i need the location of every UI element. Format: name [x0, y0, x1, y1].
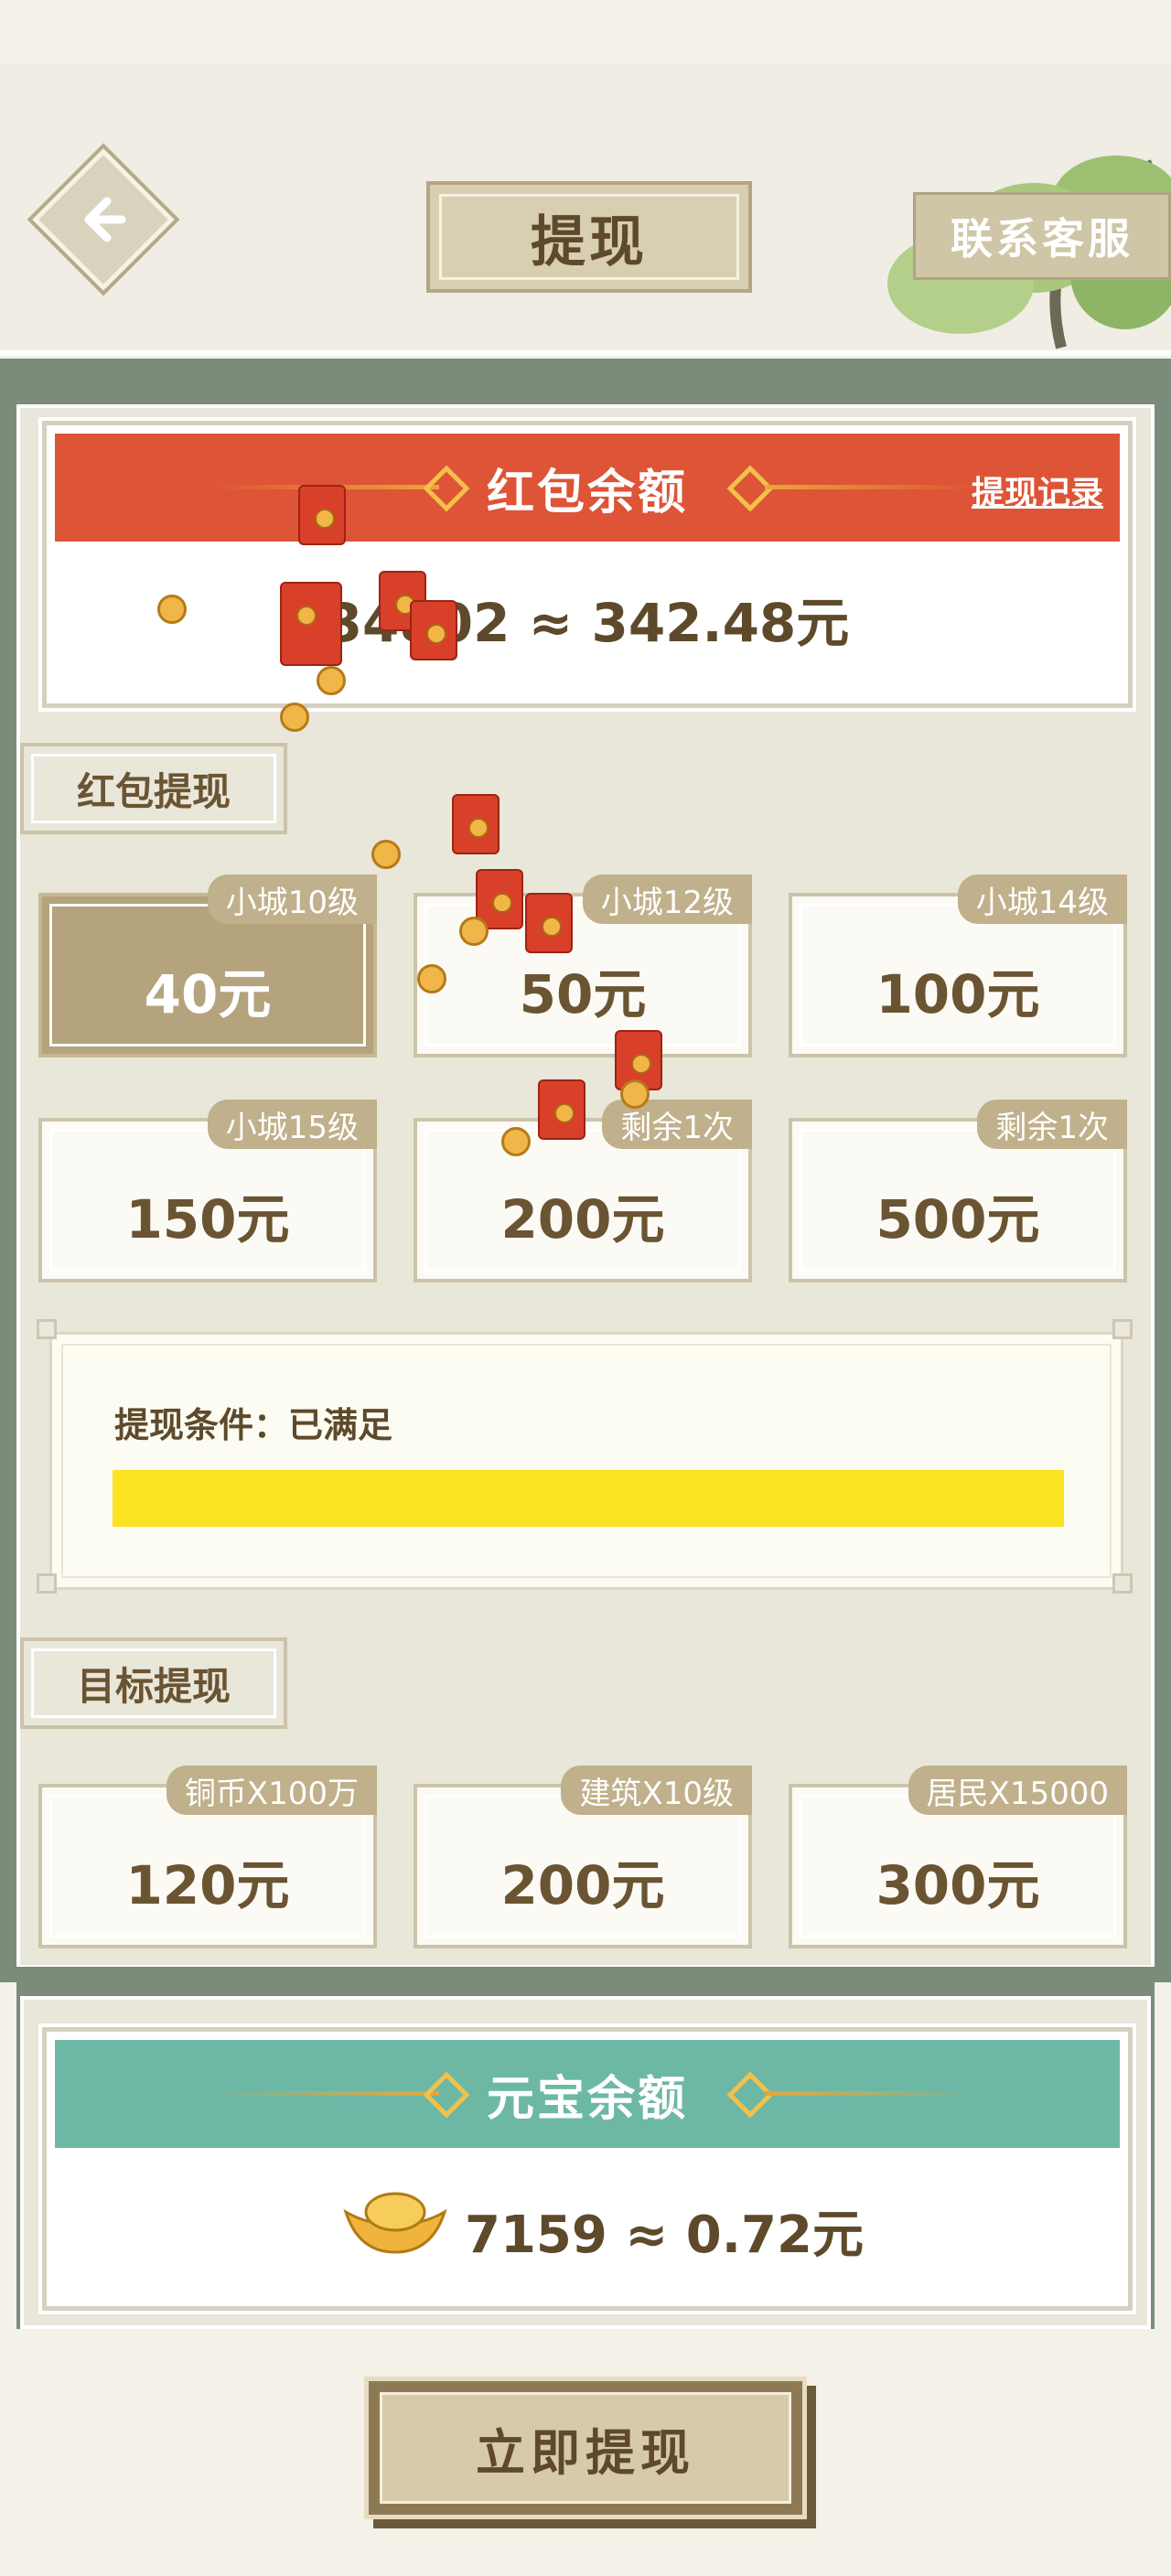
option-badge: 小城14级 [957, 875, 1127, 924]
condition-progress-fill [113, 1470, 1064, 1527]
coin-icon [280, 703, 309, 732]
red-packet-icon [410, 600, 457, 660]
coin-icon [371, 840, 401, 869]
withdraw-option-500[interactable]: 剩余1次 500元 [789, 1100, 1127, 1283]
option-amount: 150元 [125, 1188, 290, 1250]
withdraw-now-label: 立即提现 [476, 2423, 695, 2482]
option-badge: 小城10级 [207, 875, 377, 924]
yuanbao-balance: 7159 ≈ 0.72元 [465, 2206, 864, 2265]
withdraw-now-button-face[interactable]: 立即提现 [380, 2392, 791, 2504]
frame-corner [1112, 1319, 1133, 1339]
option-badge: 居民X15000 [908, 1766, 1127, 1815]
header-divider [0, 350, 1171, 356]
option-badge: 铜币X100万 [166, 1766, 377, 1815]
coin-icon [157, 595, 187, 624]
condition-progress-bar [113, 1470, 1064, 1527]
red-packet-icon [538, 1079, 586, 1140]
option-badge: 剩余1次 [977, 1100, 1127, 1149]
condition-label: 提现条件：已满足 [114, 1405, 393, 1445]
option-amount: 200元 [500, 1854, 665, 1916]
option-badge: 剩余1次 [602, 1100, 752, 1149]
red-packet-header: 红包余额 提现记录 [55, 434, 1120, 542]
withdraw-option-150[interactable]: 小城15级 150元 [38, 1100, 377, 1283]
target-option-200[interactable]: 建筑X10级 200元 [414, 1766, 752, 1948]
red-packet-withdraw-section-tag: 红包提现 [20, 743, 287, 834]
red-packet-icon [298, 485, 346, 545]
frame-corner [1112, 1573, 1133, 1594]
withdraw-record-link[interactable]: 提现记录 [972, 467, 1103, 514]
coin-icon [620, 1079, 650, 1109]
option-amount: 100元 [876, 963, 1040, 1025]
red-packet-body: 34802 ≈ 342.48元 [55, 542, 1120, 695]
red-packet-balance: 34802 ≈ 342.48元 [325, 592, 850, 654]
coin-icon [459, 917, 489, 946]
red-packet-icon [525, 893, 573, 953]
option-amount: 500元 [876, 1188, 1040, 1250]
red-packet-icon [452, 794, 500, 854]
red-packet-title: 红包余额 [486, 465, 688, 521]
option-amount: 40元 [144, 963, 272, 1025]
contact-service-label: 联系客服 [951, 214, 1133, 263]
page-title-plate: 提现 [426, 181, 752, 293]
red-packet-icon [280, 582, 342, 666]
option-amount: 120元 [125, 1854, 290, 1916]
withdraw-option-200[interactable]: 剩余1次 200元 [414, 1100, 752, 1283]
frame-corner [37, 1573, 57, 1594]
yuanbao-title: 元宝余额 [486, 2071, 688, 2127]
withdraw-condition-box: 提现条件：已满足 [49, 1332, 1123, 1590]
option-badge: 小城15级 [207, 1100, 377, 1149]
withdraw-option-50[interactable]: 小城12级 50元 [414, 875, 752, 1057]
coin-icon [417, 964, 446, 993]
yuanbao-header: 元宝余额 [55, 2040, 1120, 2148]
option-amount: 200元 [500, 1188, 665, 1250]
frame-corner [37, 1319, 57, 1339]
target-option-300[interactable]: 居民X15000 300元 [789, 1766, 1127, 1948]
target-withdraw-section-tag: 目标提现 [20, 1637, 287, 1729]
withdraw-now-button[interactable]: 立即提现 [364, 2377, 807, 2519]
coin-icon [501, 1127, 531, 1156]
section-label: 红包提现 [76, 768, 231, 814]
option-amount: 50元 [519, 963, 647, 1025]
withdraw-option-100[interactable]: 小城14级 100元 [789, 875, 1127, 1057]
contact-service-button[interactable]: 联系客服 [913, 192, 1171, 280]
status-bar [0, 0, 1171, 64]
page-title: 提现 [531, 209, 648, 274]
gold-ingot-icon [343, 2192, 447, 2254]
yuanbao-body: 7159 ≈ 0.72元 [55, 2148, 1120, 2298]
back-arrow-icon[interactable] [53, 169, 154, 270]
option-badge: 小城12级 [582, 875, 752, 924]
withdraw-option-40[interactable]: 小城10级 40元 [38, 875, 377, 1057]
section-label: 目标提现 [76, 1663, 231, 1709]
option-amount: 300元 [876, 1854, 1040, 1916]
coin-icon [317, 666, 346, 695]
target-option-120[interactable]: 铜币X100万 120元 [38, 1766, 377, 1948]
option-badge: 建筑X10级 [561, 1766, 752, 1815]
